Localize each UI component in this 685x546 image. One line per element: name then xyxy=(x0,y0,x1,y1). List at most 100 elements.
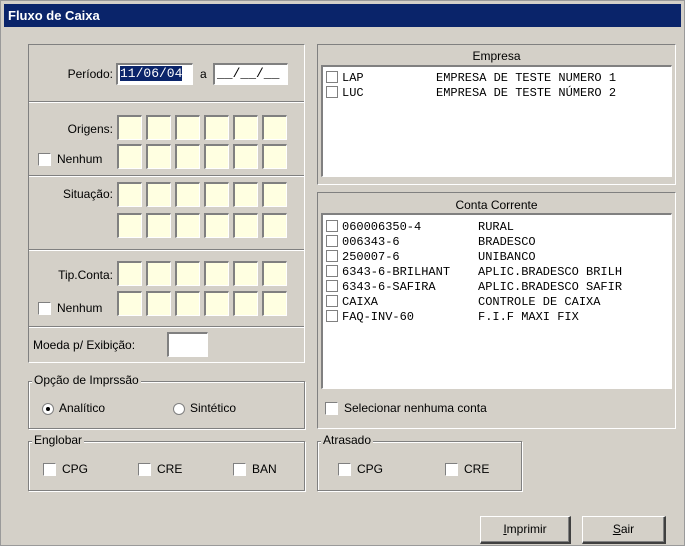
conta-checkbox[interactable] xyxy=(326,280,338,292)
englobar-cre-label: CRE xyxy=(157,462,183,476)
situacao-box-4[interactable] xyxy=(204,182,229,207)
conta-checkbox[interactable] xyxy=(326,220,338,232)
periodo-from-value: 11/06/04 xyxy=(120,66,183,81)
origens-box-6[interactable] xyxy=(262,115,287,140)
situacao-box-6[interactable] xyxy=(262,182,287,207)
list-item[interactable]: LAP EMPRESA DE TESTE NUMERO 1 xyxy=(326,71,616,85)
tipconta-box-8[interactable] xyxy=(146,291,171,316)
englobar-cpg-label: CPG xyxy=(62,462,89,476)
situacao-box-9[interactable] xyxy=(175,213,200,238)
atrasado-cre-checkbox[interactable] xyxy=(445,463,458,476)
tipconta-box-12[interactable] xyxy=(262,291,287,316)
origens-nenhum-label: Nenhum xyxy=(57,152,103,166)
atrasado-cpg-checkbox[interactable] xyxy=(338,463,351,476)
sair-button[interactable]: Sair xyxy=(582,516,666,544)
moeda-input[interactable] xyxy=(167,332,208,357)
tipconta-box-10[interactable] xyxy=(204,291,229,316)
tipconta-box-3[interactable] xyxy=(175,261,200,286)
situacao-box-3[interactable] xyxy=(175,182,200,207)
situacao-box-7[interactable] xyxy=(117,213,142,238)
origens-box-1[interactable] xyxy=(117,115,142,140)
sair-accel: S xyxy=(612,522,621,536)
analitico-radio[interactable] xyxy=(42,403,54,415)
conta-code: 6343-6-BRILHANT xyxy=(342,265,451,279)
conta-name: BRADESCO xyxy=(478,235,536,249)
englobar-cre-checkbox[interactable] xyxy=(138,463,151,476)
tipconta-box-6[interactable] xyxy=(262,261,287,286)
tipconta-box-4[interactable] xyxy=(204,261,229,286)
conta-checkbox[interactable] xyxy=(326,235,338,247)
conta-corrente-list[interactable]: 060006350-4 RURAL 006343-6 BRADESCO 2500… xyxy=(321,213,672,389)
empresa-list[interactable]: LAP EMPRESA DE TESTE NUMERO 1 LUC EMPRES… xyxy=(321,65,672,177)
conta-checkbox[interactable] xyxy=(326,250,338,262)
conta-checkbox[interactable] xyxy=(326,310,338,322)
sintetico-radio[interactable] xyxy=(173,403,185,415)
origens-box-8[interactable] xyxy=(146,144,171,169)
sair-label: air xyxy=(620,522,635,536)
conta-name: F.I.F MAXI FIX xyxy=(478,310,579,324)
situacao-box-10[interactable] xyxy=(204,213,229,238)
origens-box-2[interactable] xyxy=(146,115,171,140)
situacao-box-5[interactable] xyxy=(233,182,258,207)
tipconta-box-5[interactable] xyxy=(233,261,258,286)
tipconta-box-9[interactable] xyxy=(175,291,200,316)
empresa-checkbox[interactable] xyxy=(326,71,338,83)
situacao-box-12[interactable] xyxy=(262,213,287,238)
conta-code: 6343-6-SAFIRA xyxy=(342,280,436,294)
conta-name: CONTROLE DE CAIXA xyxy=(478,295,601,309)
tipconta-box-7[interactable] xyxy=(117,291,142,316)
englobar-cpg-checkbox[interactable] xyxy=(43,463,56,476)
conta-corrente-title: Conta Corrente xyxy=(455,198,538,212)
conta-name: APLIC.BRADESCO SAFIR xyxy=(478,280,623,294)
origens-nenhum-checkbox[interactable] xyxy=(38,153,51,166)
empresa-name: EMPRESA DE TESTE NÚMERO 2 xyxy=(436,86,617,100)
window: Fluxo de Caixa Período: 11/06/04 a __/__… xyxy=(0,0,685,546)
situacao-box-8[interactable] xyxy=(146,213,171,238)
imprimir-button[interactable]: Imprimir xyxy=(480,516,571,544)
list-item[interactable]: FAQ-INV-60 F.I.F MAXI FIX xyxy=(326,310,579,324)
empresa-code: LAP xyxy=(342,71,364,85)
conta-name: RURAL xyxy=(478,220,515,234)
tipconta-box-11[interactable] xyxy=(233,291,258,316)
atrasado-cpg-label: CPG xyxy=(357,462,384,476)
tipconta-box-2[interactable] xyxy=(146,261,171,286)
periodo-from-input[interactable]: 11/06/04 xyxy=(116,63,193,85)
situacao-box-1[interactable] xyxy=(117,182,142,207)
atrasado-cre-label: CRE xyxy=(464,462,490,476)
conta-code: CAIXA xyxy=(342,295,379,309)
empresa-checkbox[interactable] xyxy=(326,86,338,98)
empresa-title: Empresa xyxy=(472,49,521,63)
list-item[interactable]: 6343-6-SAFIRA APLIC.BRADESCO SAFIR xyxy=(326,280,622,294)
selecionar-nenhuma-label: Selecionar nenhuma conta xyxy=(344,401,487,415)
list-item[interactable]: 6343-6-BRILHANT APLIC.BRADESCO BRILH xyxy=(326,265,622,279)
origens-box-9[interactable] xyxy=(175,144,200,169)
tipconta-box-1[interactable] xyxy=(117,261,142,286)
origens-box-3[interactable] xyxy=(175,115,200,140)
sintetico-label[interactable]: Sintético xyxy=(190,401,236,415)
list-item[interactable]: 006343-6 BRADESCO xyxy=(326,235,536,249)
origens-box-10[interactable] xyxy=(204,144,229,169)
conta-name: UNIBANCO xyxy=(478,250,536,264)
list-item[interactable]: 060006350-4 RURAL xyxy=(326,220,514,234)
origens-box-4[interactable] xyxy=(204,115,229,140)
periodo-to-input[interactable]: __/__/__ xyxy=(213,63,288,85)
origens-box-12[interactable] xyxy=(262,144,287,169)
origens-box-11[interactable] xyxy=(233,144,258,169)
list-item[interactable]: 250007-6 UNIBANCO xyxy=(326,250,536,264)
conta-name: APLIC.BRADESCO BRILH xyxy=(478,265,623,279)
englobar-ban-checkbox[interactable] xyxy=(233,463,246,476)
list-item[interactable]: CAIXA CONTROLE DE CAIXA xyxy=(326,295,600,309)
selecionar-nenhuma-checkbox[interactable] xyxy=(325,402,338,415)
conta-code: 060006350-4 xyxy=(342,220,422,234)
list-item[interactable]: LUC EMPRESA DE TESTE NÚMERO 2 xyxy=(326,86,616,100)
origens-box-7[interactable] xyxy=(117,144,142,169)
situacao-box-2[interactable] xyxy=(146,182,171,207)
moeda-label: Moeda p/ Exibição: xyxy=(33,338,136,352)
situacao-box-11[interactable] xyxy=(233,213,258,238)
origens-box-5[interactable] xyxy=(233,115,258,140)
conta-checkbox[interactable] xyxy=(326,295,338,307)
atrasado-title: Atrasado xyxy=(321,433,374,447)
tipconta-nenhum-checkbox[interactable] xyxy=(38,302,51,315)
analitico-label[interactable]: Analítico xyxy=(59,401,105,415)
conta-checkbox[interactable] xyxy=(326,265,338,277)
